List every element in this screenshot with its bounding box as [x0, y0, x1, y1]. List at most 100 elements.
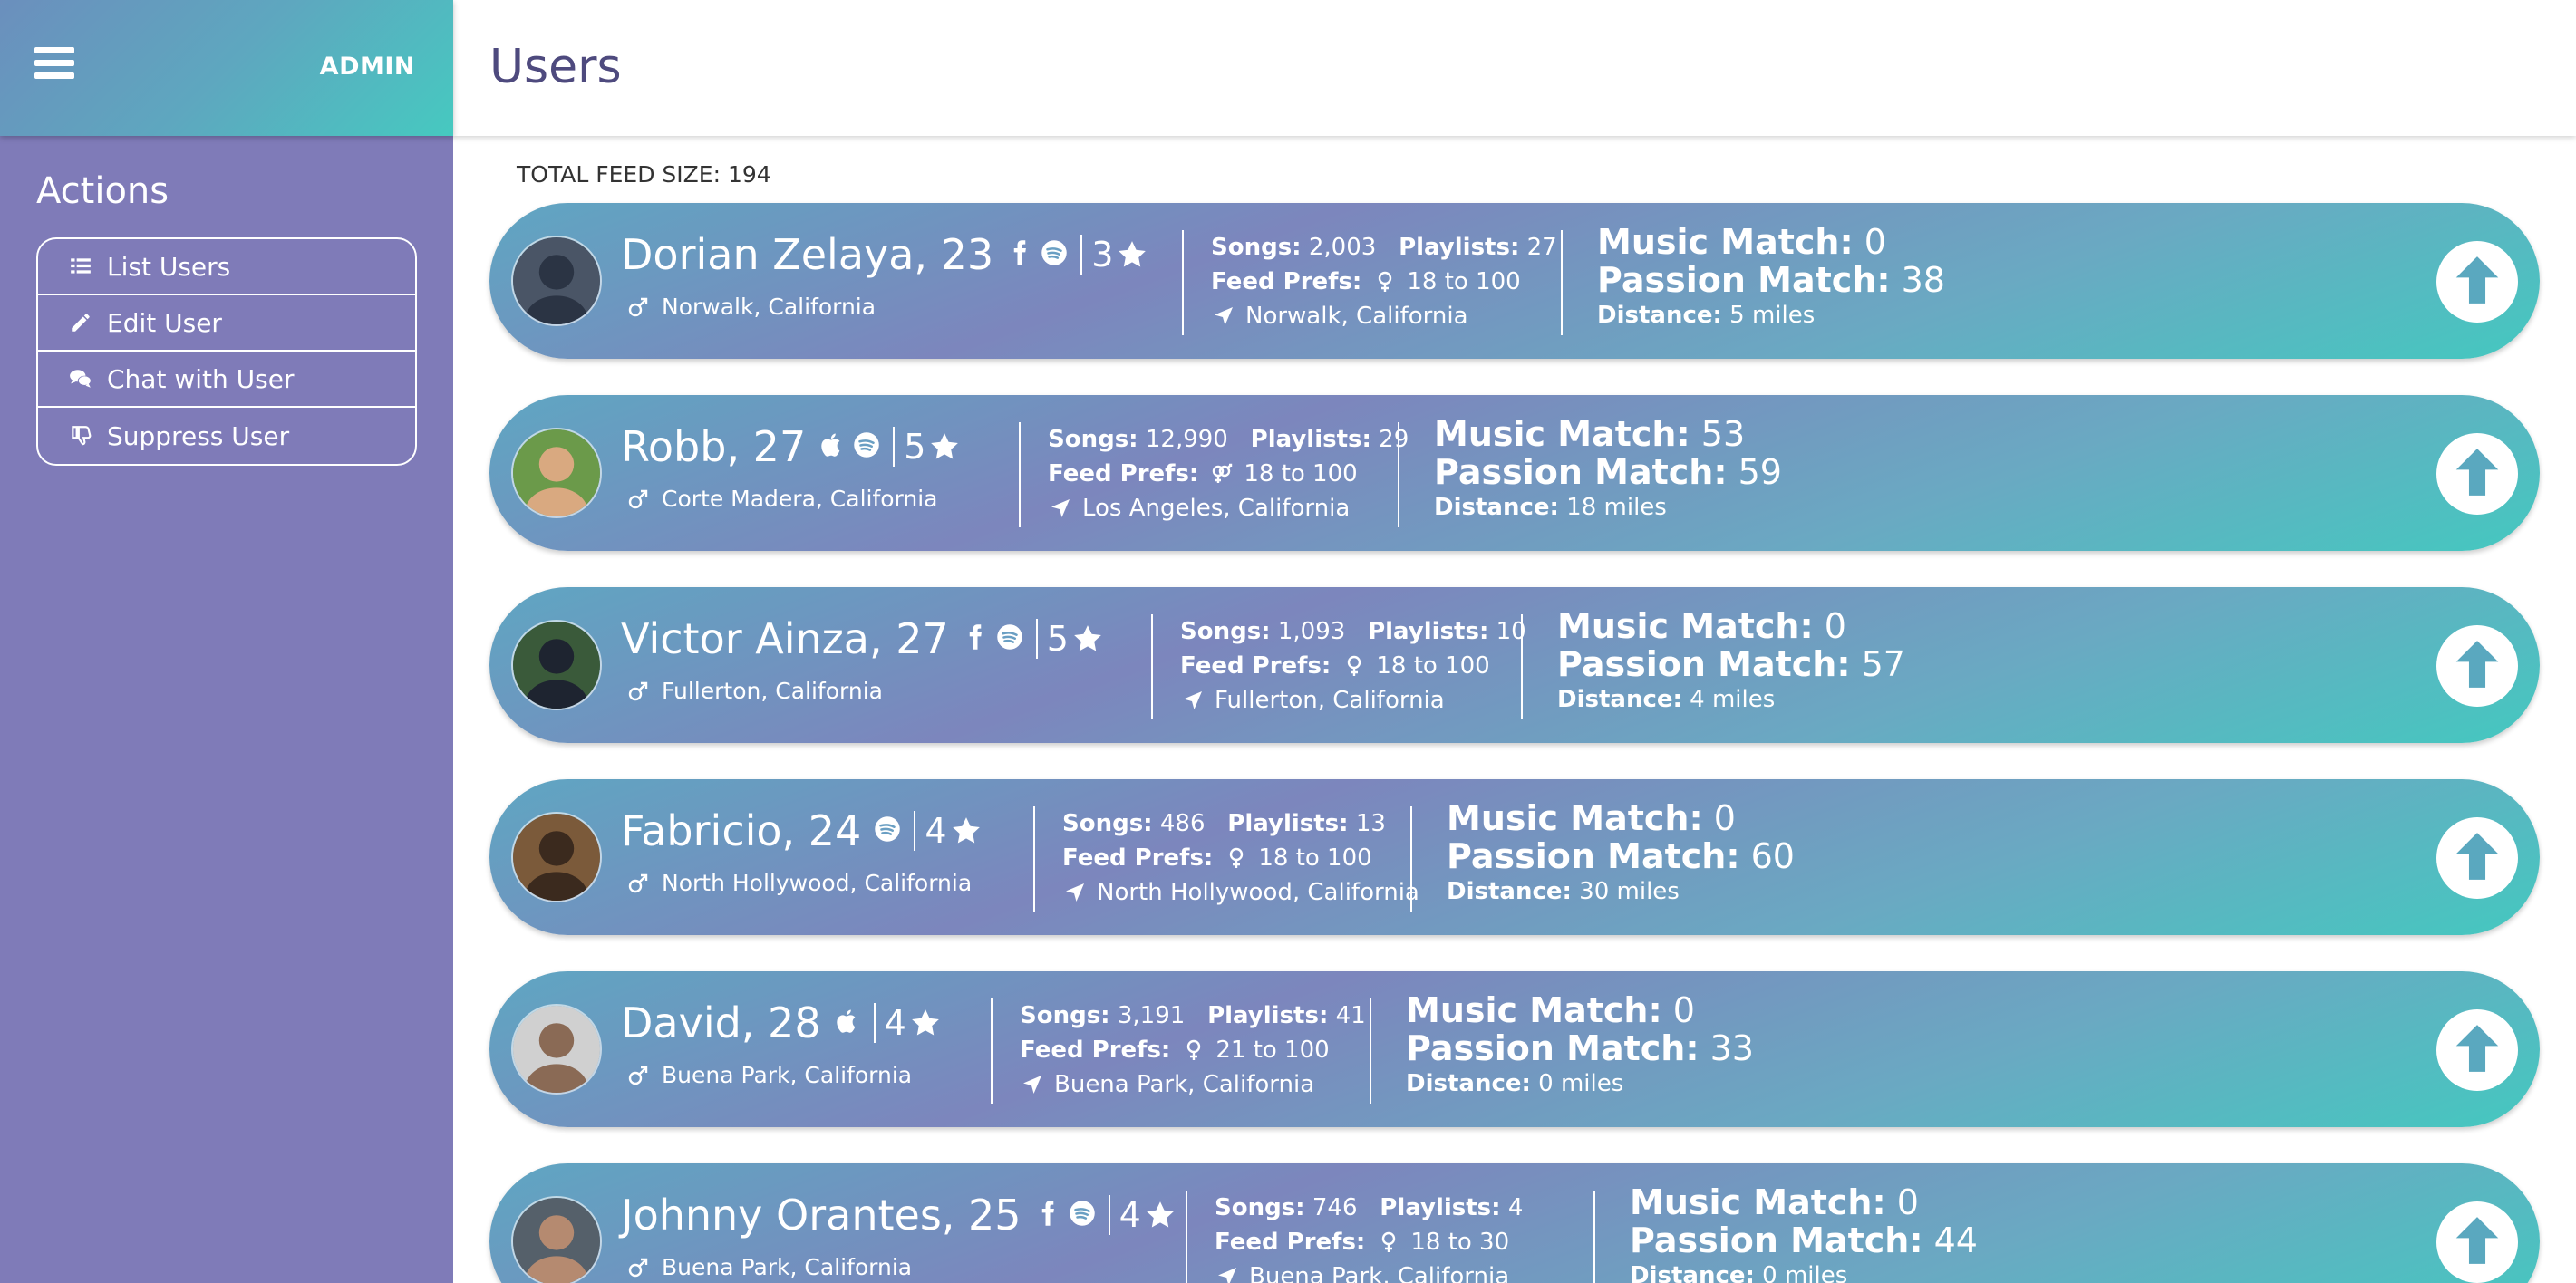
playlists-count: 4 — [1507, 1194, 1524, 1221]
songs-count: 486 — [1159, 810, 1206, 837]
location-arrow-icon — [1066, 883, 1084, 902]
linked-services — [834, 1008, 868, 1038]
user-location: Buena Park, California — [662, 1254, 913, 1280]
facebook-icon — [1034, 1200, 1069, 1230]
arrow-up-icon — [2449, 828, 2505, 888]
boost-user-button[interactable] — [2436, 241, 2518, 323]
female-icon — [1187, 1039, 1201, 1060]
avatar — [511, 428, 602, 518]
rating-value: 4 — [925, 811, 947, 851]
passion-match-label: Passion Match: — [1557, 644, 1851, 684]
hamburger-menu-icon[interactable] — [34, 47, 74, 83]
user-name[interactable]: Robb, 27 — [621, 422, 806, 471]
star-icon — [1146, 1201, 1174, 1228]
male-icon — [628, 1258, 648, 1277]
user-location: Fullerton, California — [662, 678, 883, 704]
total-feed-size: TOTAL FEED SIZE: 194 — [517, 161, 771, 188]
passion-match-value: 33 — [1709, 1028, 1754, 1068]
male-icon — [628, 873, 648, 892]
linked-services — [1006, 239, 1075, 270]
songs-label: Songs: — [1215, 1194, 1305, 1221]
playlists-count: 29 — [1379, 426, 1409, 453]
rating-value: 4 — [884, 1003, 906, 1043]
admin-label: ADMIN — [319, 53, 415, 81]
music-match-label: Music Match: — [1434, 414, 1690, 454]
passion-match-value: 59 — [1738, 452, 1782, 492]
avatar — [511, 236, 602, 326]
page-title: Users — [489, 40, 622, 94]
boost-user-button[interactable] — [2436, 1201, 2518, 1283]
sidebar-header: ADMIN — [0, 0, 453, 136]
list-icon — [65, 255, 96, 278]
user-card: Robb, 27 5 Corte Madera, California Song… — [489, 395, 2540, 551]
rating-value: 5 — [904, 427, 926, 467]
spotify-icon — [853, 431, 887, 462]
music-match-value: 0 — [1713, 798, 1736, 838]
passion-match-label: Passion Match: — [1434, 452, 1728, 492]
user-name[interactable]: Dorian Zelaya, 23 — [621, 230, 993, 279]
linked-services — [962, 623, 1031, 654]
actions-list: List Users Edit User Chat with User Supp… — [36, 237, 417, 466]
boost-user-button[interactable] — [2436, 625, 2518, 707]
boost-user-button[interactable] — [2436, 433, 2518, 515]
edit-user-button[interactable]: Edit User — [38, 295, 415, 352]
distance-label: Distance: — [1597, 302, 1722, 329]
user-stats: Songs: 486 Playlists: 13 Feed Prefs: 18 t… — [1062, 806, 1419, 910]
distance-label: Distance: — [1447, 878, 1572, 905]
feed-location: Fullerton, California — [1215, 687, 1445, 714]
music-match-label: Music Match: — [1447, 798, 1703, 838]
feed-location: Los Angeles, California — [1082, 495, 1351, 522]
suppress-user-button[interactable]: Suppress User — [38, 408, 415, 464]
female-icon — [1348, 655, 1361, 676]
match-info: Music Match: 0 Passion Match: 38 Distanc… — [1597, 223, 1945, 332]
thumbs-down-icon — [65, 424, 96, 448]
age-range: 18 to 100 — [1376, 652, 1490, 680]
list-users-button[interactable]: List Users — [38, 239, 415, 295]
playlists-count: 41 — [1335, 1002, 1366, 1029]
boost-user-button[interactable] — [2436, 817, 2518, 899]
suppress-user-label: Suppress User — [107, 420, 290, 451]
user-card: David, 28 4 Buena Park, California Songs… — [489, 971, 2540, 1127]
user-name[interactable]: Johnny Orantes, 25 — [621, 1191, 1022, 1240]
age-range: 18 to 100 — [1407, 268, 1521, 295]
user-name[interactable]: David, 28 — [621, 998, 821, 1047]
user-stats: Songs: 746 Playlists: 4 Feed Prefs: 18 to… — [1215, 1191, 1523, 1283]
distance-value: 5 miles — [1729, 302, 1816, 329]
feed-prefs-label: Feed Prefs: — [1211, 268, 1362, 295]
age-range: 21 to 100 — [1215, 1037, 1330, 1064]
user-name[interactable]: Fabricio, 24 — [621, 806, 861, 855]
facebook-icon — [1006, 239, 1041, 270]
rating-value: 3 — [1091, 235, 1114, 275]
music-match-value: 0 — [1672, 990, 1695, 1030]
chat-with-user-button[interactable]: Chat with User — [38, 352, 415, 408]
songs-label: Songs: — [1062, 810, 1153, 837]
feed-prefs-label: Feed Prefs: — [1048, 460, 1199, 487]
playlists-label: Playlists: — [1399, 234, 1520, 261]
spotify-icon — [1069, 1200, 1103, 1230]
female-icon — [1379, 271, 1392, 292]
songs-count: 1,093 — [1277, 618, 1346, 645]
apple-icon — [818, 431, 853, 462]
location-arrow-icon — [1023, 1076, 1041, 1094]
songs-count: 12,990 — [1145, 426, 1228, 453]
sidebar-heading: Actions — [36, 170, 169, 212]
passion-match-value: 38 — [1901, 260, 1945, 300]
arrow-up-icon — [2449, 1020, 2505, 1080]
user-stats: Songs: 2,003 Playlists: 27 Feed Prefs: 18… — [1211, 230, 1557, 333]
avatar — [511, 812, 602, 902]
user-name[interactable]: Victor Ainza, 27 — [621, 614, 949, 663]
chat-with-user-label: Chat with User — [107, 363, 295, 394]
user-feed: TOTAL FEED SIZE: 194 Dorian Zelaya, 23 3… — [453, 136, 2576, 1283]
star-icon — [931, 433, 959, 459]
feed-prefs-label: Feed Prefs: — [1180, 652, 1332, 680]
linked-services — [818, 431, 887, 462]
playlists-count: 27 — [1526, 234, 1557, 261]
arrow-up-icon — [2449, 444, 2505, 504]
feed-prefs-label: Feed Prefs: — [1215, 1229, 1366, 1256]
user-location: North Hollywood, California — [662, 870, 973, 896]
location-arrow-icon — [1184, 691, 1202, 709]
star-icon — [1119, 241, 1147, 267]
music-match-value: 0 — [1824, 606, 1846, 646]
boost-user-button[interactable] — [2436, 1009, 2518, 1091]
avatar — [511, 620, 602, 710]
